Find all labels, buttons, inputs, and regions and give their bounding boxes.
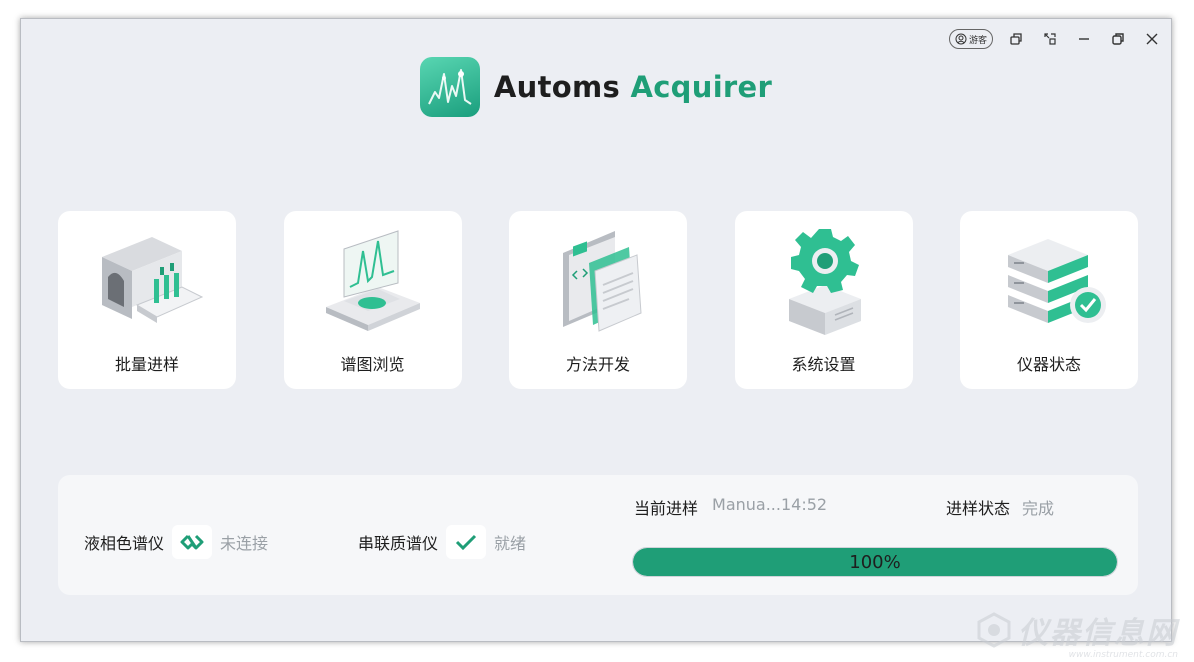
lc-connect-button[interactable] xyxy=(172,525,213,559)
sample-status-label: 进样状态 xyxy=(946,499,1011,518)
current-sample-value: Manua...14:52 xyxy=(712,495,828,514)
app-header: Automs Acquirer xyxy=(21,57,1171,117)
tile-system-settings[interactable]: 系统设置 xyxy=(734,211,913,389)
progress-text: 100% xyxy=(849,551,901,573)
server-status-icon xyxy=(1008,239,1106,323)
current-sample-label: 当前进样 xyxy=(634,499,699,518)
app-title: Automs Acquirer xyxy=(494,70,772,104)
tile-label: 仪器状态 xyxy=(1016,355,1081,374)
tile-label: 批量进样 xyxy=(114,355,179,374)
check-icon xyxy=(455,534,477,551)
tile-instrument-status[interactable]: 仪器状态 xyxy=(960,211,1138,389)
disconnected-link-icon xyxy=(180,534,204,550)
watermark-logo-icon xyxy=(977,612,1011,648)
user-icon xyxy=(955,33,967,45)
function-tiles: 批量进样 谱图浏览 方法开发 系统设置 仪器状态 xyxy=(58,211,1138,389)
method-document-icon xyxy=(563,231,642,332)
lc-label: 液相色谱仪 xyxy=(84,534,165,553)
window-switch-icon xyxy=(1044,33,1056,45)
lc-status: 液相色谱仪 未连接 xyxy=(84,525,268,559)
ms-state: 就绪 xyxy=(494,534,527,553)
spectrum-viewer-icon xyxy=(325,230,420,331)
tile-label: 方法开发 xyxy=(565,355,630,374)
close-icon xyxy=(1146,33,1158,45)
ms-status: 串联质谱仪 就绪 xyxy=(358,525,526,559)
window-switch-button[interactable] xyxy=(1039,28,1061,50)
status-panel: 液相色谱仪 未连接 串联质谱仪 就绪 当前进样 Manua...14:52 进样… xyxy=(58,475,1138,595)
sample-progress-bar: 100% xyxy=(632,547,1118,577)
window-copy-icon xyxy=(1010,33,1022,45)
app-title-part2: Acquirer xyxy=(630,70,773,104)
tile-method-dev[interactable]: 方法开发 xyxy=(509,211,687,389)
tile-label: 系统设置 xyxy=(791,355,856,374)
sample-injector-icon xyxy=(102,237,204,323)
tile-spectrum-browse[interactable]: 谱图浏览 xyxy=(283,211,462,389)
minimize-button[interactable] xyxy=(1073,28,1095,50)
tile-label: 谱图浏览 xyxy=(340,355,405,374)
app-title-part1: Automs xyxy=(493,70,621,104)
restore-icon xyxy=(1112,33,1124,45)
maximize-button[interactable] xyxy=(1107,28,1129,50)
gear-settings-icon xyxy=(788,229,861,335)
ms-connect-button[interactable] xyxy=(446,525,487,559)
current-sample: 当前进样 Manua...14:52 xyxy=(634,495,827,519)
window-copy-button[interactable] xyxy=(1005,28,1027,50)
sample-status-value: 完成 xyxy=(1022,499,1055,518)
ms-label: 串联质谱仪 xyxy=(358,534,439,553)
minimize-icon xyxy=(1079,38,1089,40)
sample-status: 进样状态 完成 xyxy=(946,495,1054,519)
app-logo-icon xyxy=(419,57,480,117)
close-button[interactable] xyxy=(1141,28,1163,50)
tile-batch-injection[interactable]: 批量进样 xyxy=(58,211,236,389)
app-window: 游客 Automs Acquirer 批量进样 谱图浏览 方法开发 系统设置 仪… xyxy=(20,18,1172,642)
watermark-sub: www.instrument.com.cn xyxy=(1068,650,1178,660)
user-label: 游客 xyxy=(968,35,987,46)
user-badge[interactable]: 游客 xyxy=(948,29,993,49)
watermark-text: 仪器信息网 xyxy=(1018,616,1178,651)
title-bar-controls: 游客 xyxy=(948,27,1163,51)
lc-state: 未连接 xyxy=(220,534,269,553)
watermark: 仪器信息网 www.instrument.com.cn xyxy=(976,608,1178,660)
